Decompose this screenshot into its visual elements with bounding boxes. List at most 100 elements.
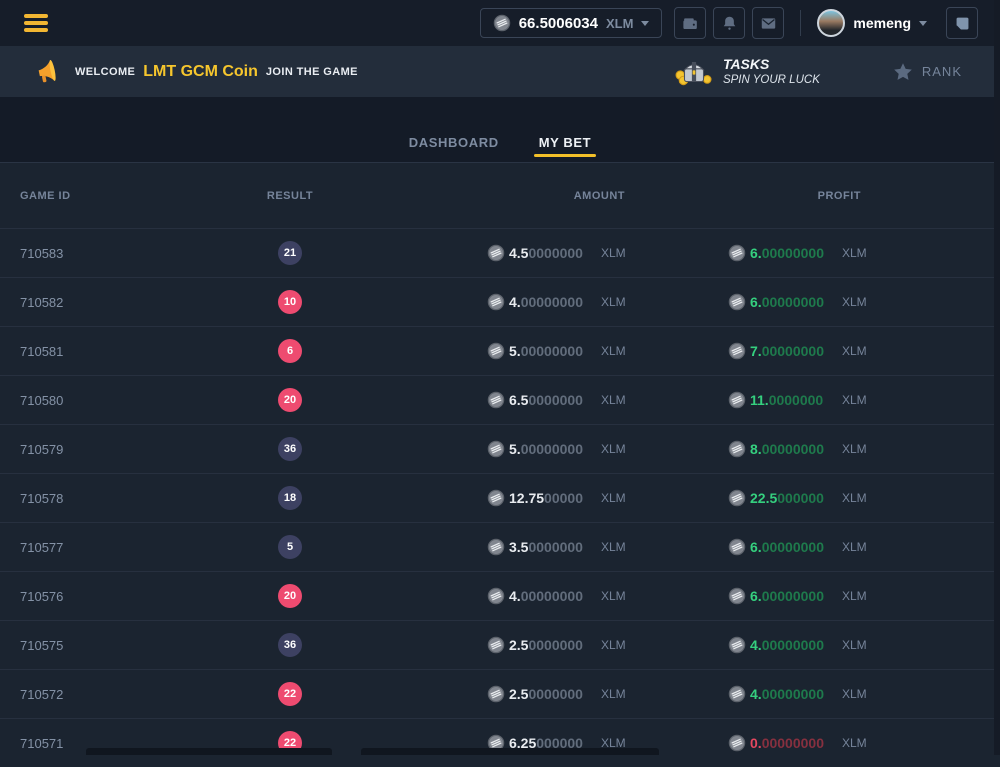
table-row[interactable]: 710580 20 6.50000000 XLM 11.0000000 XLM xyxy=(0,375,1000,424)
table-row[interactable]: 710572 22 2.50000000 XLM 4.00000000 XLM xyxy=(0,669,1000,718)
profit-value: 4.00000000 xyxy=(750,686,838,702)
footer-panel-peek xyxy=(361,748,659,755)
amount-value: 3.50000000 xyxy=(509,539,597,555)
result-badge: 6 xyxy=(278,339,302,363)
scrollbar-track[interactable] xyxy=(994,0,1000,755)
table-row[interactable]: 710576 20 4.00000000 XLM 6.00000000 XLM xyxy=(0,571,1000,620)
chat-button[interactable] xyxy=(946,7,978,39)
result-badge: 36 xyxy=(278,437,302,461)
tasks-button[interactable]: TASKS SPIN YOUR LUCK xyxy=(675,56,820,88)
amount-significant: 5. xyxy=(509,343,521,359)
game-id: 710575 xyxy=(20,638,63,653)
tab-bar: DASHBOARD MY BET xyxy=(0,97,1000,163)
table-row[interactable]: 710571 22 6.25000000 XLM 0.00000000 XLM xyxy=(0,718,1000,767)
profit-zeros: 00000000 xyxy=(762,245,824,261)
coin-icon xyxy=(487,685,505,703)
profit-cell: 0.00000000 XLM xyxy=(630,734,867,752)
table-row[interactable]: 710582 10 4.00000000 XLM 6.00000000 XLM xyxy=(0,277,1000,326)
coin-icon xyxy=(487,489,505,507)
coin-icon xyxy=(487,244,505,262)
amount-currency: XLM xyxy=(601,491,626,505)
game-id-cell: 710578 xyxy=(0,491,245,506)
profit-currency: XLM xyxy=(842,491,867,505)
coin-icon xyxy=(728,636,746,654)
profit-zeros: 00000000 xyxy=(762,735,824,751)
result-cell: 21 xyxy=(245,241,335,265)
join-label: JOIN THE GAME xyxy=(266,66,358,78)
coin-icon xyxy=(728,244,746,262)
tab-my-bet[interactable]: MY BET xyxy=(537,135,593,162)
tab-dashboard[interactable]: DASHBOARD xyxy=(407,135,501,162)
coin-icon xyxy=(487,342,505,360)
game-id: 710578 xyxy=(20,491,63,506)
amount-cell: 4.00000000 XLM xyxy=(335,293,630,311)
profit-zeros: 00000000 xyxy=(762,343,824,359)
profit-significant: 7. xyxy=(750,343,762,359)
profit-currency: XLM xyxy=(842,736,867,750)
profit-value: 6.00000000 xyxy=(750,539,838,555)
amount-currency: XLM xyxy=(601,442,626,456)
menu-button[interactable] xyxy=(24,14,48,32)
profit-zeros: 00000000 xyxy=(762,539,824,555)
coin-icon xyxy=(728,342,746,360)
amount-cell: 5.00000000 XLM xyxy=(335,440,630,458)
table-row[interactable]: 710578 18 12.7500000 XLM 22.5000000 XLM xyxy=(0,473,1000,522)
profit-cell: 8.00000000 XLM xyxy=(630,440,867,458)
result-badge: 22 xyxy=(278,682,302,706)
chevron-down-icon xyxy=(919,21,927,26)
amount-zeros: 0000000 xyxy=(528,637,583,653)
my-bet-table: GAME ID RESULT AMOUNT PROFIT 710583 21 4… xyxy=(0,163,1000,767)
coin-icon xyxy=(728,587,746,605)
result-cell: 6 xyxy=(245,339,335,363)
wallet-button[interactable] xyxy=(674,7,706,39)
profit-significant: 4. xyxy=(750,686,762,702)
table-row[interactable]: 710575 36 2.50000000 XLM 4.00000000 XLM xyxy=(0,620,1000,669)
messages-button[interactable] xyxy=(752,7,784,39)
amount-significant: 5. xyxy=(509,441,521,457)
game-id-cell: 710576 xyxy=(0,589,245,604)
profit-currency: XLM xyxy=(842,638,867,652)
tasks-text: TASKS SPIN YOUR LUCK xyxy=(723,56,820,88)
game-id: 710583 xyxy=(20,246,63,261)
profit-currency: XLM xyxy=(842,687,867,701)
result-cell: 5 xyxy=(245,535,335,559)
amount-zeros: 00000000 xyxy=(521,588,583,604)
profit-value: 6.00000000 xyxy=(750,294,838,310)
game-id: 710580 xyxy=(20,393,63,408)
table-header-row: GAME ID RESULT AMOUNT PROFIT xyxy=(0,163,1000,228)
user-menu[interactable]: memeng xyxy=(817,9,927,37)
balance-selector[interactable]: 66.5006034 XLM xyxy=(480,8,663,38)
game-id: 710571 xyxy=(20,736,63,751)
rank-button[interactable]: RANK xyxy=(892,61,962,83)
amount-currency: XLM xyxy=(601,344,626,358)
announcement: WELCOME LMT GCM Coin JOIN THE GAME xyxy=(34,58,358,85)
notifications-button[interactable] xyxy=(713,7,745,39)
table-row[interactable]: 710579 36 5.00000000 XLM 8.00000000 XLM xyxy=(0,424,1000,473)
coin-icon xyxy=(728,685,746,703)
game-id-cell: 710583 xyxy=(0,246,245,261)
table-row[interactable]: 710583 21 4.50000000 XLM 6.00000000 XLM xyxy=(0,228,1000,277)
table-row[interactable]: 710577 5 3.50000000 XLM 6.00000000 XLM xyxy=(0,522,1000,571)
profit-value: 22.5000000 xyxy=(750,490,838,506)
amount-significant: 2.5 xyxy=(509,686,528,702)
profit-currency: XLM xyxy=(842,589,867,603)
game-id-cell: 710579 xyxy=(0,442,245,457)
profit-currency: XLM xyxy=(842,442,867,456)
table-row[interactable]: 710581 6 5.00000000 XLM 7.00000000 XLM xyxy=(0,326,1000,375)
profit-zeros: 00000000 xyxy=(762,588,824,604)
profit-value: 6.00000000 xyxy=(750,245,838,261)
amount-value: 4.00000000 xyxy=(509,294,597,310)
game-id: 710581 xyxy=(20,344,63,359)
profit-cell: 11.0000000 XLM xyxy=(630,391,867,409)
header-game-id: GAME ID xyxy=(0,190,245,202)
profit-significant: 11. xyxy=(750,392,769,408)
result-cell: 10 xyxy=(245,290,335,314)
amount-currency: XLM xyxy=(601,246,626,260)
result-badge: 36 xyxy=(278,633,302,657)
wallet-icon xyxy=(681,14,700,33)
profit-significant: 6. xyxy=(750,588,762,604)
coin-icon xyxy=(487,440,505,458)
coin-icon xyxy=(487,636,505,654)
rank-label: RANK xyxy=(922,64,962,79)
amount-cell: 5.00000000 XLM xyxy=(335,342,630,360)
